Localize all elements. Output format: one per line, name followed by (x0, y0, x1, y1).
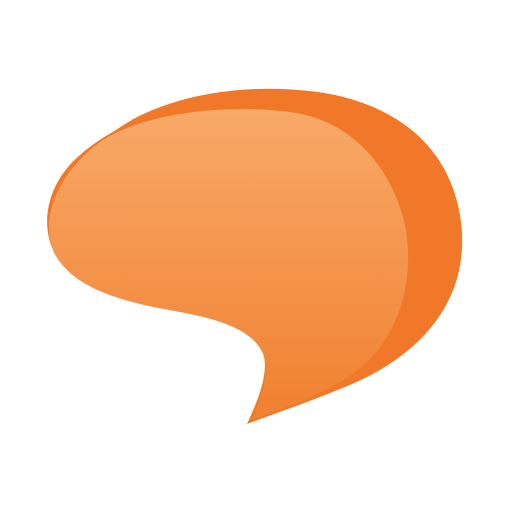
icon-canvas (0, 0, 512, 512)
speech-bubble-icon (47, 88, 463, 424)
